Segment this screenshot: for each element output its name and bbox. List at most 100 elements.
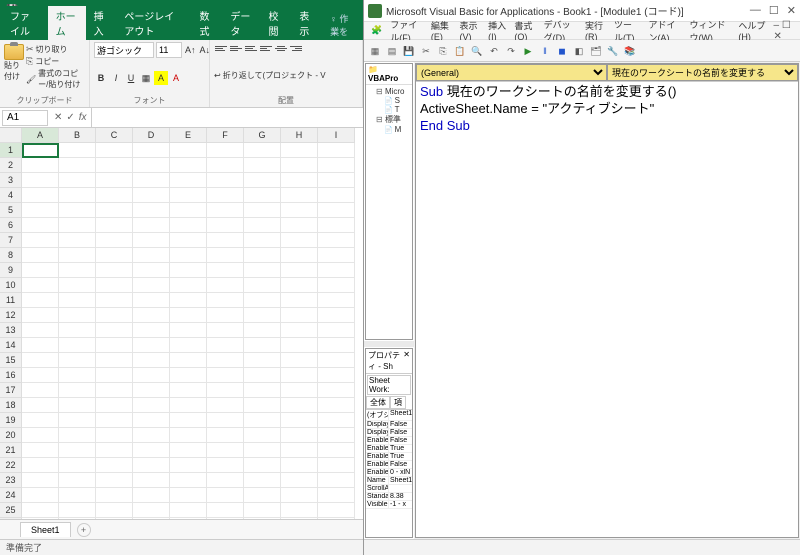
cell[interactable] xyxy=(96,368,133,383)
align-bottom-button[interactable] xyxy=(244,42,258,54)
tree-modules[interactable]: 標準 xyxy=(368,114,410,125)
cell[interactable] xyxy=(133,173,170,188)
cell[interactable] xyxy=(96,338,133,353)
tell-me[interactable]: ♀ 作業を xyxy=(322,10,363,40)
cell[interactable] xyxy=(244,458,281,473)
cell[interactable] xyxy=(133,383,170,398)
cell[interactable] xyxy=(318,218,355,233)
cell[interactable] xyxy=(318,188,355,203)
cell[interactable] xyxy=(244,353,281,368)
cell[interactable] xyxy=(244,158,281,173)
cell[interactable] xyxy=(96,248,133,263)
cell[interactable] xyxy=(281,353,318,368)
cell[interactable] xyxy=(281,173,318,188)
cell[interactable] xyxy=(244,293,281,308)
cell[interactable] xyxy=(22,293,59,308)
cell[interactable] xyxy=(281,503,318,518)
bold-button[interactable]: B xyxy=(94,71,108,85)
cell[interactable] xyxy=(22,173,59,188)
cell[interactable] xyxy=(244,233,281,248)
cell[interactable] xyxy=(207,173,244,188)
cell[interactable] xyxy=(133,338,170,353)
cell[interactable] xyxy=(133,143,170,158)
cell[interactable] xyxy=(207,398,244,413)
cell[interactable] xyxy=(59,188,96,203)
cell[interactable] xyxy=(59,323,96,338)
sheet-tab-sheet1[interactable]: Sheet1 xyxy=(20,522,71,537)
property-row[interactable]: (オブジェSheet1 xyxy=(366,410,412,421)
design-mode-icon[interactable]: ◧ xyxy=(572,44,586,58)
cell[interactable] xyxy=(59,248,96,263)
cell[interactable] xyxy=(170,353,207,368)
cell[interactable] xyxy=(207,218,244,233)
cell[interactable] xyxy=(281,308,318,323)
cell[interactable] xyxy=(22,323,59,338)
cell[interactable] xyxy=(281,428,318,443)
col-header[interactable]: D xyxy=(133,128,170,143)
minimize-icon[interactable]: — xyxy=(750,4,761,17)
tab-page-layout[interactable]: ページレイアウト xyxy=(116,6,191,40)
save-icon[interactable]: 💾 xyxy=(402,44,416,58)
cell[interactable] xyxy=(133,158,170,173)
cell[interactable] xyxy=(170,488,207,503)
row-header[interactable]: 21 xyxy=(0,443,22,458)
cell[interactable] xyxy=(133,323,170,338)
property-row[interactable]: DisplayPFalse xyxy=(366,421,412,429)
undo-icon[interactable]: ↶ xyxy=(487,44,501,58)
cell[interactable] xyxy=(22,188,59,203)
cell[interactable] xyxy=(59,353,96,368)
col-header[interactable]: G xyxy=(244,128,281,143)
tab-data[interactable]: データ xyxy=(222,6,260,40)
row-header[interactable]: 14 xyxy=(0,338,22,353)
cell[interactable] xyxy=(207,503,244,518)
row-header[interactable]: 22 xyxy=(0,458,22,473)
redo-icon[interactable]: ↷ xyxy=(504,44,518,58)
cell[interactable] xyxy=(170,158,207,173)
row-header[interactable]: 11 xyxy=(0,293,22,308)
cell[interactable] xyxy=(59,413,96,428)
cell[interactable] xyxy=(244,338,281,353)
increase-font-icon[interactable]: A↑ xyxy=(184,43,197,57)
cell[interactable] xyxy=(207,263,244,278)
cell[interactable] xyxy=(22,203,59,218)
cell[interactable] xyxy=(22,473,59,488)
cell[interactable] xyxy=(133,443,170,458)
cell[interactable] xyxy=(244,413,281,428)
cell[interactable] xyxy=(318,233,355,248)
cell[interactable] xyxy=(207,473,244,488)
properties-icon[interactable]: 🔧 xyxy=(606,44,620,58)
cell[interactable] xyxy=(207,308,244,323)
row-header[interactable]: 23 xyxy=(0,473,22,488)
align-left-button[interactable] xyxy=(259,42,273,54)
cell[interactable] xyxy=(59,233,96,248)
cell[interactable] xyxy=(96,233,133,248)
vbe-mdi-icon[interactable]: 🧩 xyxy=(368,24,385,37)
cell[interactable] xyxy=(22,353,59,368)
cell[interactable] xyxy=(22,413,59,428)
property-row[interactable]: EnablePFalse xyxy=(366,461,412,469)
cell[interactable] xyxy=(59,473,96,488)
cell[interactable] xyxy=(133,203,170,218)
property-row[interactable]: Visible-1 - x xyxy=(366,501,412,509)
properties-object-select[interactable]: Sheet Work: xyxy=(367,375,411,395)
cell[interactable] xyxy=(207,143,244,158)
cell[interactable] xyxy=(207,443,244,458)
col-header[interactable]: I xyxy=(318,128,355,143)
property-row[interactable]: DisplayRFalse xyxy=(366,429,412,437)
row-header[interactable]: 17 xyxy=(0,383,22,398)
cell[interactable] xyxy=(22,503,59,518)
row-header[interactable]: 15 xyxy=(0,353,22,368)
paste-icon[interactable]: 📋 xyxy=(453,44,467,58)
fill-color-button[interactable]: A xyxy=(154,71,168,85)
cell[interactable] xyxy=(318,368,355,383)
tab-view[interactable]: 表示 xyxy=(291,6,322,40)
cell[interactable] xyxy=(96,383,133,398)
row-header[interactable]: 12 xyxy=(0,308,22,323)
cell[interactable] xyxy=(96,143,133,158)
properties-close-icon[interactable]: ✕ xyxy=(403,350,410,372)
enter-icon[interactable]: ✓ xyxy=(66,112,74,123)
cell[interactable] xyxy=(244,308,281,323)
cell[interactable] xyxy=(318,458,355,473)
cell[interactable] xyxy=(96,413,133,428)
cell[interactable] xyxy=(96,308,133,323)
